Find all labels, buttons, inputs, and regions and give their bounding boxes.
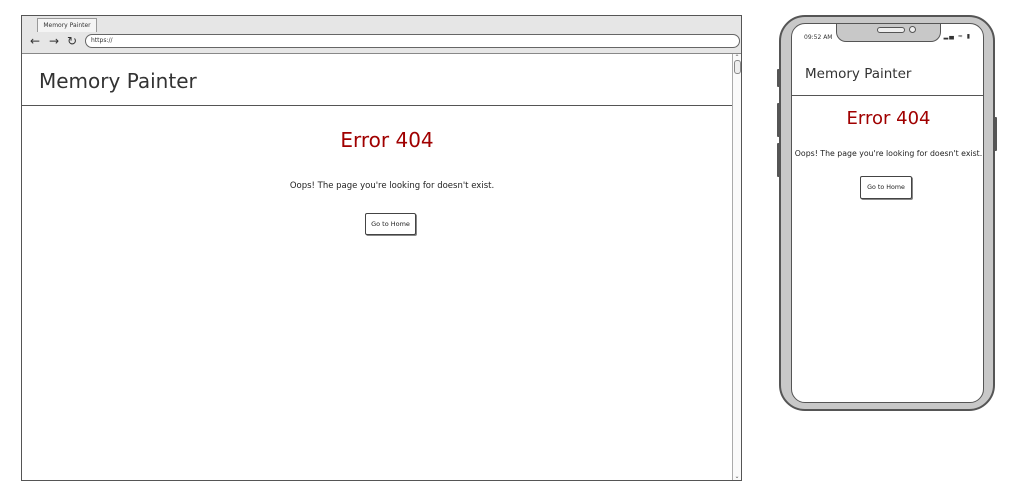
wifi-icon: ≈ bbox=[957, 33, 964, 40]
status-icons: ▂▄ ≈ ▮ bbox=[944, 33, 971, 40]
arrow-left-icon[interactable]: ← bbox=[29, 35, 41, 47]
browser-window: Memory Painter ← → ↻ https:// Memory Pai… bbox=[21, 15, 742, 481]
mobile-site-header: Memory Painter bbox=[792, 50, 983, 96]
error-title: Error 404 bbox=[340, 128, 434, 152]
error-message: Oops! The page you're looking for doesn'… bbox=[289, 181, 495, 191]
mobile-site-brand[interactable]: Memory Painter bbox=[805, 66, 911, 82]
scroll-down-icon[interactable]: ⌄ bbox=[733, 473, 741, 480]
battery-icon: ▮ bbox=[966, 33, 971, 40]
status-time: 09:52 AM bbox=[804, 34, 833, 41]
scroll-thumb[interactable] bbox=[734, 60, 741, 74]
phone-screen: 09:52 AM ▂▄ ≈ ▮ Memory Painter Error 404… bbox=[791, 23, 984, 403]
signal-icon: ▂▄ bbox=[943, 33, 955, 40]
site-header: Memory Painter bbox=[22, 54, 734, 106]
browser-toolbar: Memory Painter ← → ↻ https:// bbox=[22, 16, 741, 54]
mobile-go-home-button[interactable]: Go to Home bbox=[860, 176, 912, 199]
go-home-button[interactable]: Go to Home bbox=[365, 213, 416, 235]
camera-icon bbox=[909, 26, 916, 33]
site-brand[interactable]: Memory Painter bbox=[39, 69, 197, 93]
phone-volume-up bbox=[777, 103, 780, 137]
phone-power-button bbox=[994, 117, 997, 151]
mobile-error-title: Error 404 bbox=[846, 108, 931, 129]
address-bar[interactable]: https:// bbox=[85, 34, 740, 48]
browser-tab[interactable]: Memory Painter bbox=[37, 18, 97, 32]
page-viewport: Memory Painter Error 404 Oops! The page … bbox=[22, 54, 734, 480]
phone-volume-down bbox=[777, 143, 780, 177]
phone-side-button bbox=[777, 69, 780, 87]
phone-notch bbox=[836, 24, 941, 42]
arrow-right-icon[interactable]: → bbox=[48, 35, 60, 47]
phone-frame: 09:52 AM ▂▄ ≈ ▮ Memory Painter Error 404… bbox=[777, 15, 997, 411]
reload-icon[interactable]: ↻ bbox=[66, 35, 78, 47]
vertical-scrollbar[interactable]: ⌃ ⌄ bbox=[732, 54, 741, 480]
speaker-icon bbox=[877, 27, 905, 33]
mobile-error-message: Oops! The page you're looking for doesn'… bbox=[794, 149, 983, 158]
